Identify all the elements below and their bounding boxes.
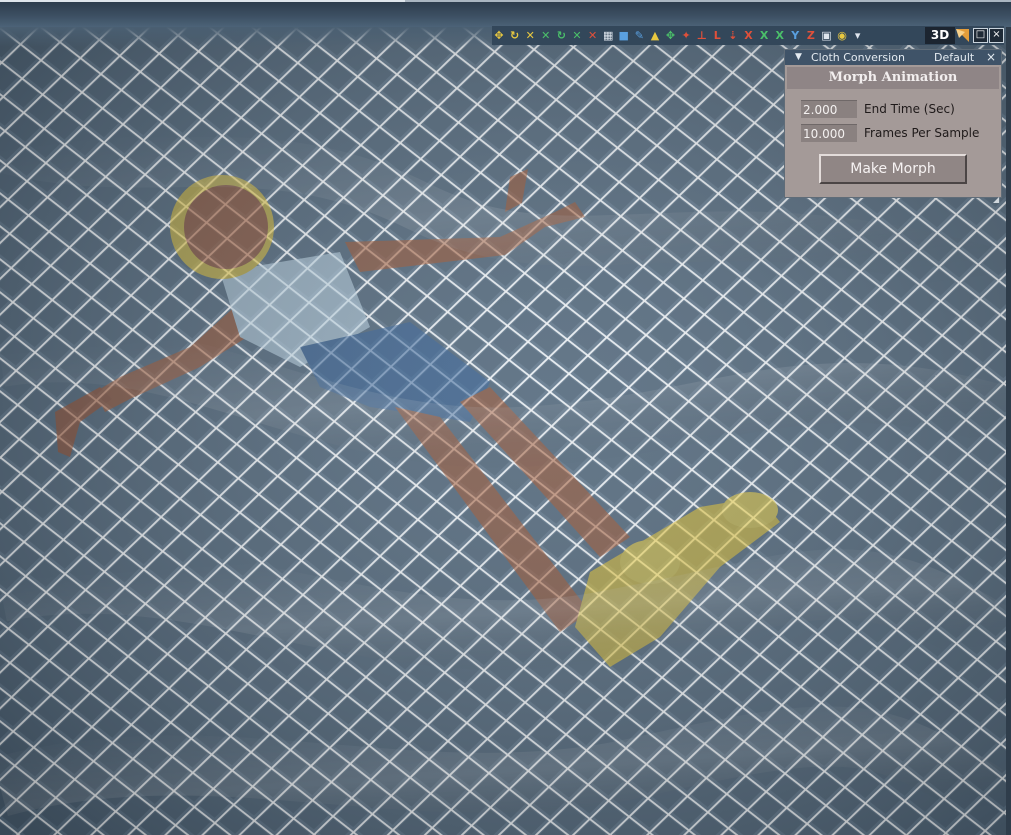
panel-close-icon[interactable]: × <box>986 50 996 65</box>
move-icon[interactable]: ✥ <box>492 29 506 43</box>
panel-resize-grip-icon[interactable]: ◢ <box>993 196 999 204</box>
scale-icon[interactable]: ✕ <box>523 29 537 43</box>
collapse-arrow-icon[interactable]: ▼ <box>795 50 802 65</box>
pen-icon[interactable] <box>955 28 970 43</box>
panel-header[interactable]: ▼ Cloth Conversion Default × <box>785 50 1001 65</box>
end-time-label: End Time (Sec) <box>864 102 955 116</box>
axis-l-icon[interactable]: L <box>710 29 724 43</box>
down-arrow-icon[interactable]: ⇣ <box>726 29 740 43</box>
view-mode-3d-label[interactable]: 3D <box>925 27 955 44</box>
cloth-conversion-panel: ▼ Cloth Conversion Default × Morph Anima… <box>784 49 1002 198</box>
cube-icon[interactable]: ■ <box>617 29 631 43</box>
brush-icon[interactable]: ✎ <box>632 29 646 43</box>
taper-icon[interactable]: ✕ <box>570 29 584 43</box>
title-strip-highlight-right <box>405 0 1011 2</box>
dropdown-icon[interactable]: ▾ <box>851 29 865 43</box>
end-time-field[interactable]: 2.000 <box>801 100 857 118</box>
camera-icon[interactable]: ▣ <box>819 29 833 43</box>
close-viewport-icon[interactable]: × <box>989 28 1004 43</box>
title-strip-highlight <box>0 0 405 2</box>
rotate-icon[interactable]: ↻ <box>508 29 522 43</box>
axis-z-icon[interactable]: Z <box>804 29 818 43</box>
axes-icon[interactable]: ⊥ <box>695 29 709 43</box>
axis-x-red-icon[interactable]: X <box>742 29 756 43</box>
chain-break-icon[interactable]: ✕ <box>586 29 600 43</box>
maximize-icon[interactable]: □ <box>973 28 988 43</box>
twist-icon[interactable]: ↻ <box>554 29 568 43</box>
panel-title: Morph Animation <box>787 67 999 89</box>
joint-icon[interactable]: ✦ <box>679 29 693 43</box>
render-icon[interactable]: ◉ <box>835 29 849 43</box>
viewport-right-border <box>1006 27 1011 835</box>
axis-y-icon[interactable]: Y <box>788 29 802 43</box>
translate-x-icon[interactable]: ✕ <box>539 29 553 43</box>
axis-x-icon[interactable]: X <box>757 29 771 43</box>
frames-per-sample-label: Frames Per Sample <box>864 126 980 140</box>
frames-per-sample-field[interactable]: 10.000 <box>801 124 857 142</box>
panel-header-title: Cloth Conversion <box>811 51 905 64</box>
preset-dropdown[interactable]: Default <box>934 50 974 65</box>
grid-icon[interactable]: ▦ <box>601 29 615 43</box>
window-title-strip <box>0 0 1011 27</box>
cone-icon[interactable]: ▲ <box>648 29 662 43</box>
lasso-icon[interactable]: ✥ <box>664 29 678 43</box>
make-morph-button[interactable]: Make Morph <box>819 154 967 184</box>
axis-x-green-icon[interactable]: X <box>773 29 787 43</box>
